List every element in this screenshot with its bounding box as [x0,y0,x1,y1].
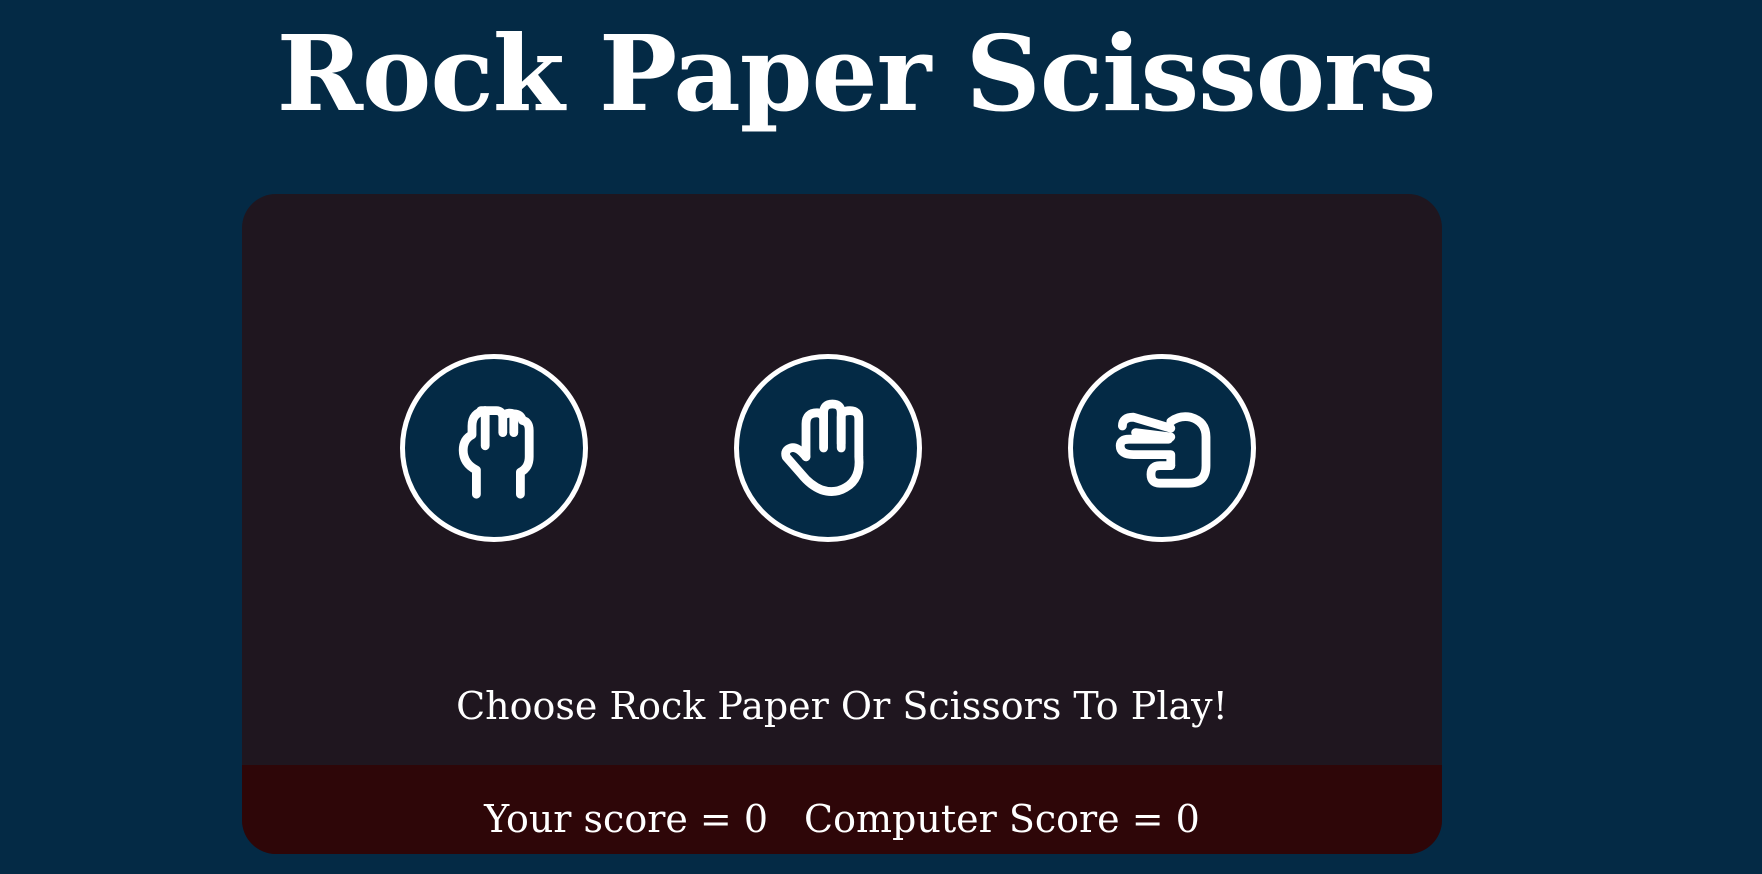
computer-score: Computer Score = 0 [804,796,1200,841]
page-title: Rock Paper Scissors [276,12,1437,135]
game-panel: Choose Rock Paper Or Scissors To Play! Y… [242,194,1442,854]
scoreboard: Your score = 0 Computer Score = 0 [242,765,1442,854]
status-message: Choose Rock Paper Or Scissors To Play! [456,684,1228,728]
player-score: Your score = 0 [484,796,769,841]
scissors-button[interactable] [1068,354,1256,542]
paper-hand-icon [781,399,864,496]
scissors-hand-icon [1115,412,1211,488]
paper-button[interactable] [734,354,922,542]
rock-fist-icon [458,406,534,499]
rock-button[interactable] [400,354,588,542]
